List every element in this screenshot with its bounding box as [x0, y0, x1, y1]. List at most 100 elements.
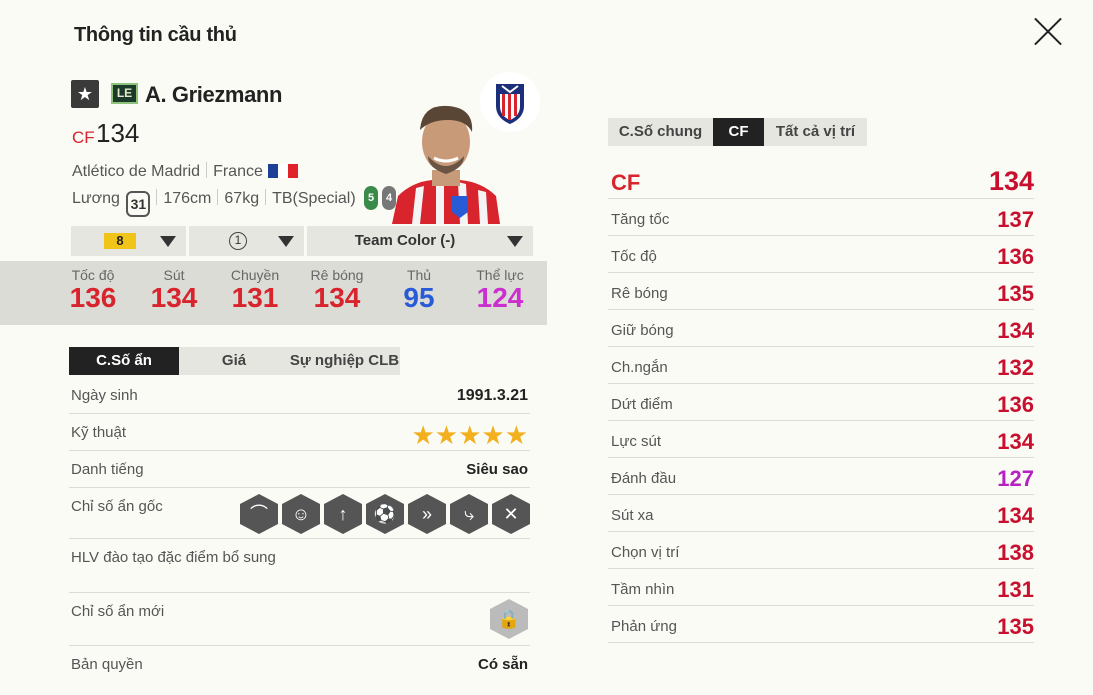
position-stat-row: Ch.ngắn 132	[608, 347, 1034, 384]
body-type: TB(Special)	[272, 190, 356, 207]
summary-stat-label: Thể lực	[476, 267, 524, 283]
trait-icons: ⌒ ☺ ↑ ⚽ » ⤷ ✕	[240, 494, 530, 534]
level-dropdown[interactable]: 8	[71, 226, 186, 256]
position-stat-label: Tầm nhìn	[611, 581, 675, 598]
trait-speed-dribbler-icon[interactable]: »	[408, 494, 446, 534]
weight: 67kg	[224, 190, 260, 207]
chevron-down-icon	[278, 236, 294, 247]
position-stat-value: 127	[997, 466, 1034, 491]
position-stat-row: Phản ứng 135	[608, 606, 1034, 643]
birth-label: Ngày sinh	[71, 387, 138, 404]
position-stat-value: 135	[997, 281, 1034, 306]
position-stat-row: Sút xa 134	[608, 495, 1034, 532]
player-position: CF	[72, 128, 95, 147]
club-nation-line: Atlético de Madrid France	[72, 162, 298, 181]
trait-skill-moves-icon[interactable]: ✕	[492, 494, 530, 534]
position-stat-label: Giữ bóng	[611, 322, 674, 339]
summary-stat-value: 134	[313, 282, 361, 313]
wage-label: Lương	[72, 190, 120, 207]
position-stat-label: Đánh đầu	[611, 470, 677, 487]
tab-general-stats[interactable]: C.Số chung	[608, 118, 713, 146]
summary-stat-value: 95	[403, 282, 435, 313]
summary-stat: Rê bóng 134	[302, 267, 372, 313]
skill-stars-icon: ★★★★★	[411, 420, 528, 450]
team-color-dropdown[interactable]: Team Color (-)	[307, 226, 533, 256]
nation-name: France	[213, 163, 263, 180]
position-stat-value: 138	[997, 540, 1034, 565]
position-stat-row: Chọn vị trí 138	[608, 532, 1034, 569]
tab-all-positions[interactable]: Tất cả vị trí	[764, 118, 867, 146]
position-stat-label: Rê bóng	[611, 285, 668, 302]
summary-stats: Tốc độ 136 Sút 134 Chuyền 131 Rê bóng 13…	[0, 261, 547, 325]
fame-row: Danh tiếng Siêu sao	[69, 451, 530, 488]
trait-playmaker-icon[interactable]: ☺	[282, 494, 320, 534]
tab-price[interactable]: Giá	[179, 347, 289, 375]
trait-technical-dribbler-icon[interactable]: ⚽	[366, 494, 404, 534]
tab-club-career[interactable]: Sự nghiệp CLB	[289, 347, 400, 375]
season-badge: LE	[111, 83, 138, 104]
birth-row: Ngày sinh 1991.3.21	[69, 377, 530, 414]
summary-stat-value: 124	[476, 282, 524, 313]
position-stat-label: Dứt điểm	[611, 396, 673, 413]
chevron-down-icon	[160, 236, 176, 247]
traits-label: Chỉ số ẩn gốc	[71, 498, 163, 515]
summary-stat-value: 131	[231, 282, 279, 313]
strong-foot-icon: 5	[364, 186, 378, 210]
level-chip: 8	[104, 233, 136, 249]
position-stat-label: Chọn vị trí	[611, 544, 680, 561]
summary-stat-label: Thủ	[406, 267, 432, 283]
summary-stat: Sút 134	[139, 267, 209, 313]
position-stat-value: 131	[997, 577, 1034, 602]
position-stat-label: Sút xa	[611, 507, 654, 524]
traits-row: Chỉ số ẩn gốc ⌒ ☺ ↑ ⚽ » ⤷ ✕	[69, 488, 530, 539]
tab-hidden-stats[interactable]: C.Số ẩn	[69, 347, 179, 375]
close-icon[interactable]	[1033, 16, 1063, 46]
position-stat-label: CF	[611, 170, 641, 195]
lock-icon[interactable]: 🔒	[490, 599, 528, 639]
position-stat-value: 132	[997, 355, 1034, 380]
position-stat-label: Lực sút	[611, 433, 662, 450]
position-stat-value: 135	[997, 614, 1034, 639]
skill-row: Kỹ thuật ★★★★★	[69, 414, 530, 451]
trait-finesse-shot-icon[interactable]: ⌒	[240, 494, 278, 534]
body-info-line: Lương 31 176cm 67kg TB(Special)	[72, 189, 356, 217]
detail-tabs: C.Số ẩn Giá Sự nghiệp CLB	[69, 347, 400, 375]
summary-stat: Tốc độ 136	[58, 267, 128, 313]
summary-stat: Thủ 95	[384, 267, 454, 313]
position-stat-value: 134	[997, 503, 1034, 528]
position-stat-row: Tốc độ 136	[608, 236, 1034, 273]
coach-label: HLV đào tạo đặc điểm bổ sung	[71, 549, 276, 566]
fame-label: Danh tiếng	[71, 461, 144, 478]
license-value: Có sẵn	[477, 656, 528, 673]
position-stat-value: 134	[988, 166, 1034, 196]
summary-stat-label: Sút	[163, 267, 185, 283]
summary-stat: Thể lực 124	[465, 267, 535, 313]
position-stat-value: 134	[997, 318, 1034, 343]
club-name: Atlético de Madrid	[72, 163, 201, 180]
position-stat-row: Rê bóng 135	[608, 273, 1034, 310]
position-stat-row: Lực sút 134	[608, 421, 1034, 458]
position-stat-value: 134	[997, 429, 1034, 454]
position-stat-row: Dứt điểm 136	[608, 384, 1034, 421]
position-stat-row: Đánh đầu 127	[608, 458, 1034, 495]
height: 176cm	[163, 190, 212, 207]
team-color-rank-dropdown[interactable]: 1	[189, 226, 304, 256]
license-label: Bản quyền	[71, 656, 143, 673]
position-stat-row: Tăng tốc 137	[608, 199, 1034, 236]
wage-badge: 31	[126, 191, 151, 217]
new-traits-row: Chỉ số ẩn mới 🔒	[69, 593, 530, 646]
player-overall: 134	[96, 118, 140, 148]
license-row: Bản quyền Có sẵn	[69, 646, 530, 683]
new-traits-label: Chỉ số ẩn mới	[71, 603, 165, 620]
tab-cf[interactable]: CF	[713, 118, 764, 146]
summary-stat-label: Rê bóng	[310, 267, 364, 283]
trait-flair-icon[interactable]: ↑	[324, 494, 362, 534]
position-stat-row: Tầm nhìn 131	[608, 569, 1034, 606]
club-logo-icon	[480, 72, 540, 132]
trait-outside-foot-icon[interactable]: ⤷	[450, 494, 488, 534]
summary-stat: Chuyền 131	[220, 267, 290, 313]
position-stat-label: Tăng tốc	[611, 211, 670, 228]
position-stat-label: Ch.ngắn	[611, 359, 668, 376]
dialog-title: Thông tin cầu thủ	[74, 24, 237, 46]
summary-stat-value: 136	[69, 282, 117, 313]
